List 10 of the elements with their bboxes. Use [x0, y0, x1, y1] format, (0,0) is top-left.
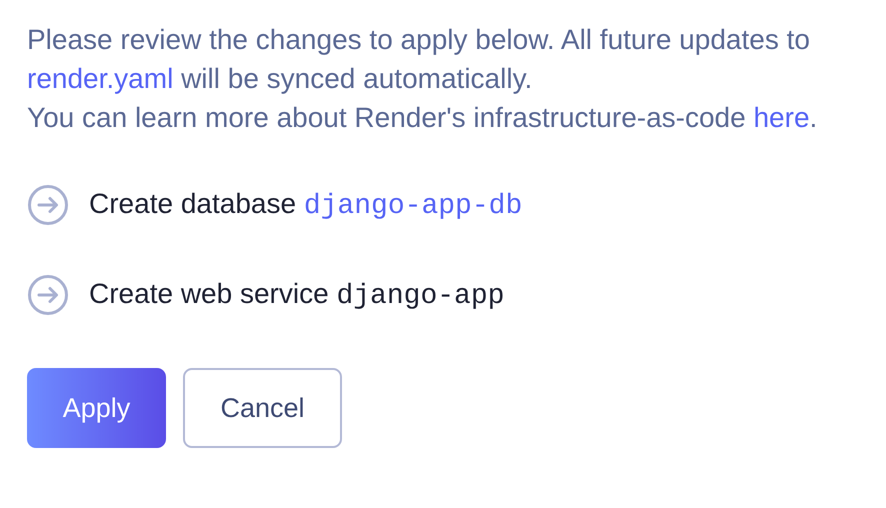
- apply-button[interactable]: Apply: [27, 368, 166, 448]
- cancel-button[interactable]: Cancel: [183, 368, 342, 448]
- action-text: Create web service django-app: [89, 276, 504, 314]
- intro-text: You can learn more about Render's infrastructure-as-code here.: [27, 101, 818, 135]
- action-text: Create database django-app-db: [89, 186, 522, 224]
- link[interactable]: here: [753, 102, 810, 133]
- arrow-circle-icon: [27, 274, 69, 316]
- intro-text: Please review the changes to apply below. All future updates to render.yaml will be synced automatically.: [27, 23, 811, 96]
- link[interactable]: render.yaml: [27, 63, 174, 94]
- arrow-circle-icon: [27, 184, 69, 226]
